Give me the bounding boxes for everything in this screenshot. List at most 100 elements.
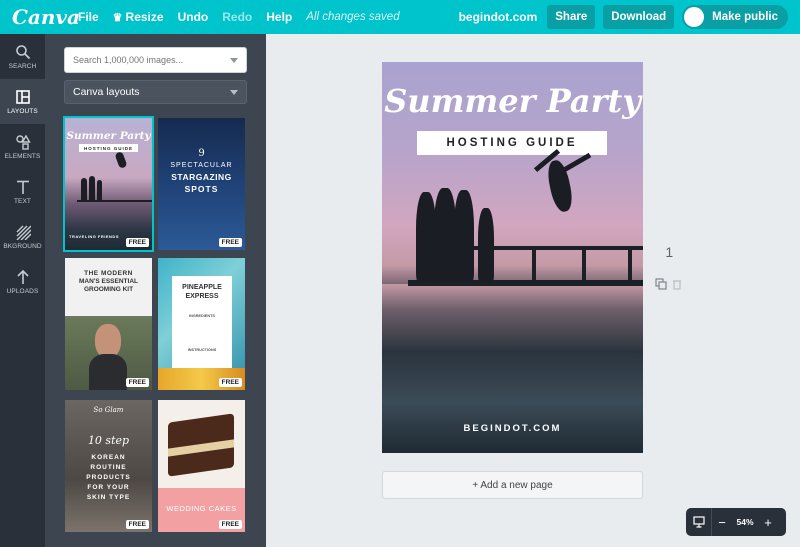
- share-button[interactable]: Share: [547, 5, 596, 29]
- person-silhouette: [416, 192, 436, 282]
- file-menu[interactable]: File: [78, 10, 99, 24]
- rail-uploads[interactable]: UPLOADS: [0, 259, 45, 304]
- rail-background[interactable]: BKGROUND: [0, 214, 45, 259]
- design-subtitle[interactable]: HOSTING GUIDE: [417, 131, 607, 155]
- undo-button[interactable]: Undo: [178, 10, 209, 24]
- rail-search[interactable]: SEARCH: [0, 34, 45, 79]
- thumb-line: SPECTACULAR: [170, 162, 233, 169]
- thumb-line: MAN'S ESSENTIAL: [79, 278, 138, 285]
- rail-text-label: TEXT: [13, 197, 31, 205]
- thumb-face: [95, 324, 121, 358]
- search-icon: [15, 44, 30, 59]
- design-page[interactable]: Summer Party HOSTING GUIDE BEGINDOT.COM: [382, 62, 643, 453]
- free-badge: FREE: [218, 238, 242, 247]
- thumb-line: So Glam: [93, 406, 124, 414]
- layout-thumb-summer-party[interactable]: Summer Party HOSTING GUIDE TRAVELING FRI…: [63, 116, 154, 252]
- thumb-footer: TRAVELING FRIENDS: [69, 234, 119, 239]
- layouts-panel: Canva layouts Summer Party HOSTING GUIDE…: [45, 34, 266, 547]
- design-title[interactable]: Summer Party: [382, 82, 643, 120]
- free-badge: FREE: [125, 520, 149, 529]
- resize-label: Resize: [125, 10, 164, 24]
- thumb-subtitle: HOSTING GUIDE: [79, 144, 138, 152]
- layout-thumb-wedding-cakes[interactable]: WEDDING CAKES FREE: [158, 400, 245, 532]
- page-tools: 1: [655, 244, 683, 311]
- thumb-line: 10 step: [87, 434, 130, 447]
- rail-elements-label: ELEMENTS: [4, 152, 41, 160]
- upload-arrow-icon: [16, 269, 29, 284]
- thumb-pier: [77, 200, 152, 202]
- make-public-toggle[interactable]: Make public: [682, 5, 788, 29]
- chevron-down-icon[interactable]: [230, 57, 238, 63]
- design-brand-text[interactable]: BEGINDOT.COM: [382, 423, 643, 434]
- thumb-line: INGREDIENTS: [189, 314, 215, 318]
- crown-icon: ♛: [112, 11, 123, 24]
- zoom-level: 54%: [736, 517, 754, 527]
- thumb-line: THE MODERN: [84, 270, 133, 277]
- redo-button[interactable]: Redo: [222, 10, 252, 24]
- rail-layouts[interactable]: LAYOUTS: [0, 79, 45, 124]
- jumper-arm: [562, 152, 592, 173]
- layouts-icon: [15, 89, 30, 104]
- layout-thumb-grooming-kit[interactable]: THE MODERN MAN'S ESSENTIAL GROOMING KIT …: [65, 258, 152, 390]
- present-button[interactable]: [686, 508, 712, 536]
- thumb-line: PRODUCTS: [86, 474, 131, 481]
- design-name[interactable]: begindot.com: [459, 10, 538, 24]
- layout-thumb-pineapple-express[interactable]: PINEAPPLE EXPRESS INGREDIENTS INSTRUCTIO…: [158, 258, 245, 390]
- free-badge: FREE: [125, 378, 149, 387]
- thumb-line: PINEAPPLE: [182, 284, 222, 291]
- rail-text[interactable]: TEXT: [0, 169, 45, 214]
- elements-icon: [15, 134, 31, 150]
- trash-icon[interactable]: [671, 278, 683, 290]
- resize-button[interactable]: ♛ Resize: [113, 10, 164, 24]
- thumb-number: 9: [198, 148, 205, 159]
- thumb-line: KOREAN: [91, 454, 126, 461]
- text-icon: [16, 180, 29, 194]
- zoom-in-button[interactable]: +: [758, 515, 778, 530]
- present-icon: [692, 516, 705, 528]
- background-icon: [16, 225, 31, 240]
- image-search-box[interactable]: [64, 47, 247, 73]
- canva-logo[interactable]: Canva: [12, 5, 80, 29]
- rail-layouts-label: LAYOUTS: [7, 107, 38, 115]
- page-number: 1: [665, 244, 674, 260]
- thumb-line: EXPRESS: [185, 293, 219, 300]
- person-silhouette: [454, 190, 474, 282]
- image-search-input[interactable]: [73, 55, 223, 65]
- free-badge: FREE: [218, 520, 242, 529]
- copy-page-icon[interactable]: [655, 278, 667, 290]
- layout-thumb-stargazing[interactable]: 9 SPECTACULAR STARGAZING SPOTS FREE: [158, 118, 245, 250]
- help-menu[interactable]: Help: [266, 10, 292, 24]
- rail-search-label: SEARCH: [8, 62, 37, 70]
- thumb-line: SPOTS: [184, 184, 219, 194]
- thumb-jumper: [114, 151, 128, 169]
- thumb-figure: [81, 178, 87, 200]
- person-silhouette: [478, 208, 494, 282]
- toggle-knob: [684, 7, 705, 27]
- free-badge: FREE: [218, 378, 242, 387]
- canvas-area: Summer Party HOSTING GUIDE BEGINDOT.COM …: [266, 34, 800, 547]
- thumb-line: INSTRUCTIONS: [187, 348, 217, 352]
- thumb-figure: [89, 176, 95, 200]
- thumb-line: GROOMING KIT: [83, 286, 134, 293]
- zoom-control: − 54% +: [686, 508, 786, 536]
- top-bar: Canva File ♛ Resize Undo Redo Help All c…: [0, 0, 800, 34]
- layout-thumb-korean-routine[interactable]: So Glam 10 step KOREAN ROUTINE PRODUCTS …: [65, 400, 152, 532]
- person-silhouette: [434, 188, 456, 282]
- thumb-figure: [97, 180, 102, 200]
- layout-category-select[interactable]: Canva layouts: [64, 80, 247, 104]
- add-page-button[interactable]: + Add a new page: [382, 471, 643, 499]
- thumb-line: FOR YOUR: [87, 484, 130, 491]
- thumb-line: WEDDING CAKES: [166, 504, 237, 513]
- layout-category-value: Canva layouts: [73, 86, 140, 98]
- free-badge: FREE: [125, 238, 149, 247]
- make-public-label: Make public: [712, 11, 778, 23]
- rail-uploads-label: UPLOADS: [6, 287, 39, 295]
- zoom-out-button[interactable]: −: [712, 515, 732, 530]
- save-status: All changes saved: [306, 11, 400, 23]
- tool-rail: SEARCH LAYOUTS ELEMENTS TEXT BKGROUND UP…: [0, 34, 45, 547]
- rail-elements[interactable]: ELEMENTS: [0, 124, 45, 169]
- thumb-line: STARGAZING: [171, 172, 232, 182]
- download-button[interactable]: Download: [603, 5, 675, 29]
- thumb-line: ROUTINE: [90, 464, 127, 471]
- thumb-line: SKIN TYPE: [86, 494, 131, 501]
